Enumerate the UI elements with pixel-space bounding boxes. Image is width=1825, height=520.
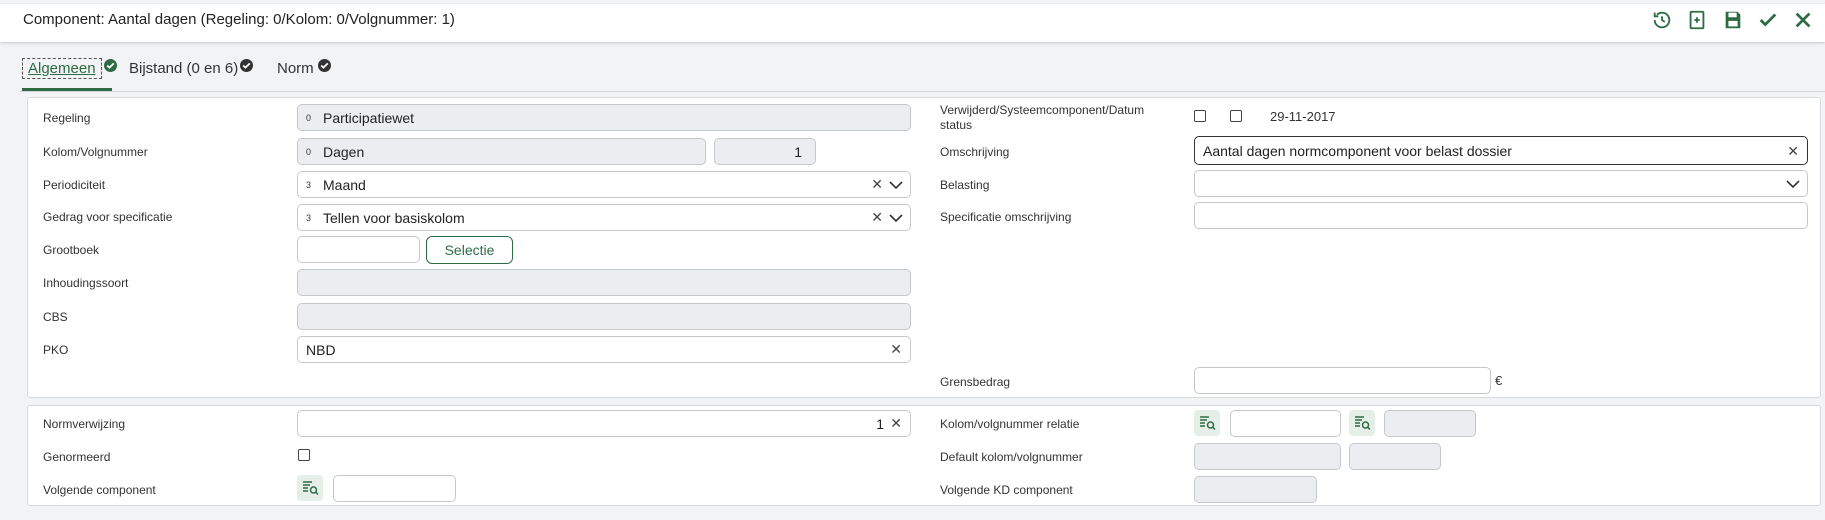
chevron-down-icon[interactable]	[888, 210, 904, 226]
grensbedrag-input[interactable]	[1194, 367, 1491, 394]
regeling-code: 0	[306, 113, 312, 123]
periodiciteit-select[interactable]: 3 Maand ✕	[297, 171, 911, 198]
page-title: Component: Aantal dagen (Regeling: 0/Kol…	[23, 11, 455, 28]
clear-icon[interactable]: ✕	[1787, 143, 1799, 160]
periodiciteit-value: Maand	[323, 177, 366, 193]
defaultkolom-field[interactable]	[1194, 443, 1341, 470]
save-icon[interactable]	[1722, 9, 1744, 31]
gedrag-value: Tellen voor basiskolom	[323, 210, 465, 226]
omschrijving-value: Aantal dagen normcomponent voor belast d…	[1203, 143, 1512, 159]
export-icon[interactable]	[1686, 9, 1708, 31]
regeling-field[interactable]: 0 Participatiewet	[297, 104, 911, 131]
clear-icon[interactable]: ✕	[890, 415, 902, 432]
lookup-icon[interactable]	[1349, 410, 1375, 436]
periodiciteit-code: 3	[306, 180, 312, 190]
belasting-select[interactable]	[1194, 170, 1808, 197]
label-grootboek: Grootboek	[43, 243, 100, 257]
label-specificatie: Specificatie omschrijving	[940, 210, 1072, 224]
defaultvolgnummer-field[interactable]	[1349, 443, 1441, 470]
cbs-field[interactable]	[297, 303, 911, 330]
check-circle-icon	[318, 59, 331, 72]
kolomrelatie-input[interactable]	[1230, 410, 1341, 437]
label-grensbedrag: Grensbedrag	[940, 375, 1011, 389]
active-tab-indicator	[22, 88, 112, 91]
label-regeling: Regeling	[43, 111, 91, 125]
genormeerd-checkbox[interactable]	[298, 449, 310, 461]
label-omschrijving: Omschrijving	[940, 145, 1010, 159]
kolom-field[interactable]: 0 Dagen	[297, 138, 706, 165]
tab-algemeen[interactable]: Algemeen	[22, 58, 102, 79]
currency-symbol: €	[1495, 373, 1503, 388]
label-volgendekd: Volgende KD component	[940, 483, 1073, 497]
check-icon[interactable]	[1757, 9, 1779, 31]
tab-bijstand[interactable]: Bijstand (0 en 6)	[129, 60, 238, 77]
label-defaultkolom: Default kolom/volgnummer	[940, 450, 1083, 464]
label-inhoudingssoort: Inhoudingssoort	[43, 276, 129, 290]
inhoudingssoort-field[interactable]	[297, 269, 911, 296]
normverwijzing-value: 1	[876, 416, 884, 432]
label-periodiciteit: Periodiciteit	[43, 178, 106, 192]
label-belasting: Belasting	[940, 178, 990, 192]
volgende-component-input[interactable]	[333, 475, 456, 502]
kolom-value: Dagen	[323, 144, 365, 160]
verwijderd-checkbox[interactable]	[1194, 110, 1206, 122]
history-icon[interactable]	[1651, 9, 1673, 31]
label-pko: PKO	[43, 343, 69, 357]
label-gedrag: Gedrag voor specificatie	[43, 210, 173, 224]
tab-label: Norm	[277, 60, 314, 77]
label-kolom: Kolom/Volgnummer	[43, 145, 148, 159]
check-circle-icon	[104, 59, 117, 72]
chevron-down-icon[interactable]	[888, 177, 904, 193]
label-normverwijzing: Normverwijzing	[43, 417, 126, 431]
grootboek-input[interactable]	[297, 236, 420, 263]
label-cbs: CBS	[43, 310, 68, 324]
volgendekd-field[interactable]	[1194, 476, 1317, 503]
label-verwijderd: Verwijderd/Systeemcomponent/Datum status	[940, 103, 1145, 132]
close-icon[interactable]	[1792, 9, 1814, 31]
gedrag-select[interactable]: 3 Tellen voor basiskolom ✕	[297, 204, 911, 231]
tab-divider	[20, 91, 1825, 92]
gedrag-code: 3	[306, 213, 312, 223]
volgnummer-value: 1	[794, 144, 802, 160]
clear-icon[interactable]: ✕	[890, 341, 902, 358]
datum-status: 29-11-2017	[1270, 109, 1336, 124]
tab-norm[interactable]: Norm	[277, 60, 314, 77]
label-kolomrelatie: Kolom/volgnummer relatie	[940, 417, 1080, 431]
volgnummerrelatie-field[interactable]	[1384, 410, 1476, 437]
volgnummer-field[interactable]: 1	[714, 138, 816, 165]
selectie-button[interactable]: Selectie	[426, 236, 513, 264]
clear-icon[interactable]: ✕	[871, 209, 883, 226]
regeling-value: Participatiewet	[323, 110, 415, 126]
omschrijving-input[interactable]: Aantal dagen normcomponent voor belast d…	[1194, 136, 1808, 165]
normverwijzing-input[interactable]: 1 ✕	[297, 410, 911, 437]
lookup-icon[interactable]	[297, 475, 323, 501]
kolom-code: 0	[306, 147, 312, 157]
label-volgende: Volgende component	[43, 483, 156, 497]
label-genormeerd: Genormeerd	[43, 450, 111, 464]
clear-icon[interactable]: ✕	[871, 176, 883, 193]
tab-label: Bijstand (0 en 6)	[129, 60, 239, 77]
lookup-icon[interactable]	[1194, 410, 1220, 436]
pko-value: NBD	[306, 342, 336, 358]
check-circle-icon	[240, 59, 253, 72]
chevron-down-icon[interactable]	[1785, 176, 1801, 192]
systeemcomponent-checkbox[interactable]	[1230, 110, 1242, 122]
tab-label: Algemeen	[28, 60, 96, 77]
specificatie-input[interactable]	[1194, 202, 1808, 229]
pko-input[interactable]: NBD ✕	[297, 336, 911, 363]
